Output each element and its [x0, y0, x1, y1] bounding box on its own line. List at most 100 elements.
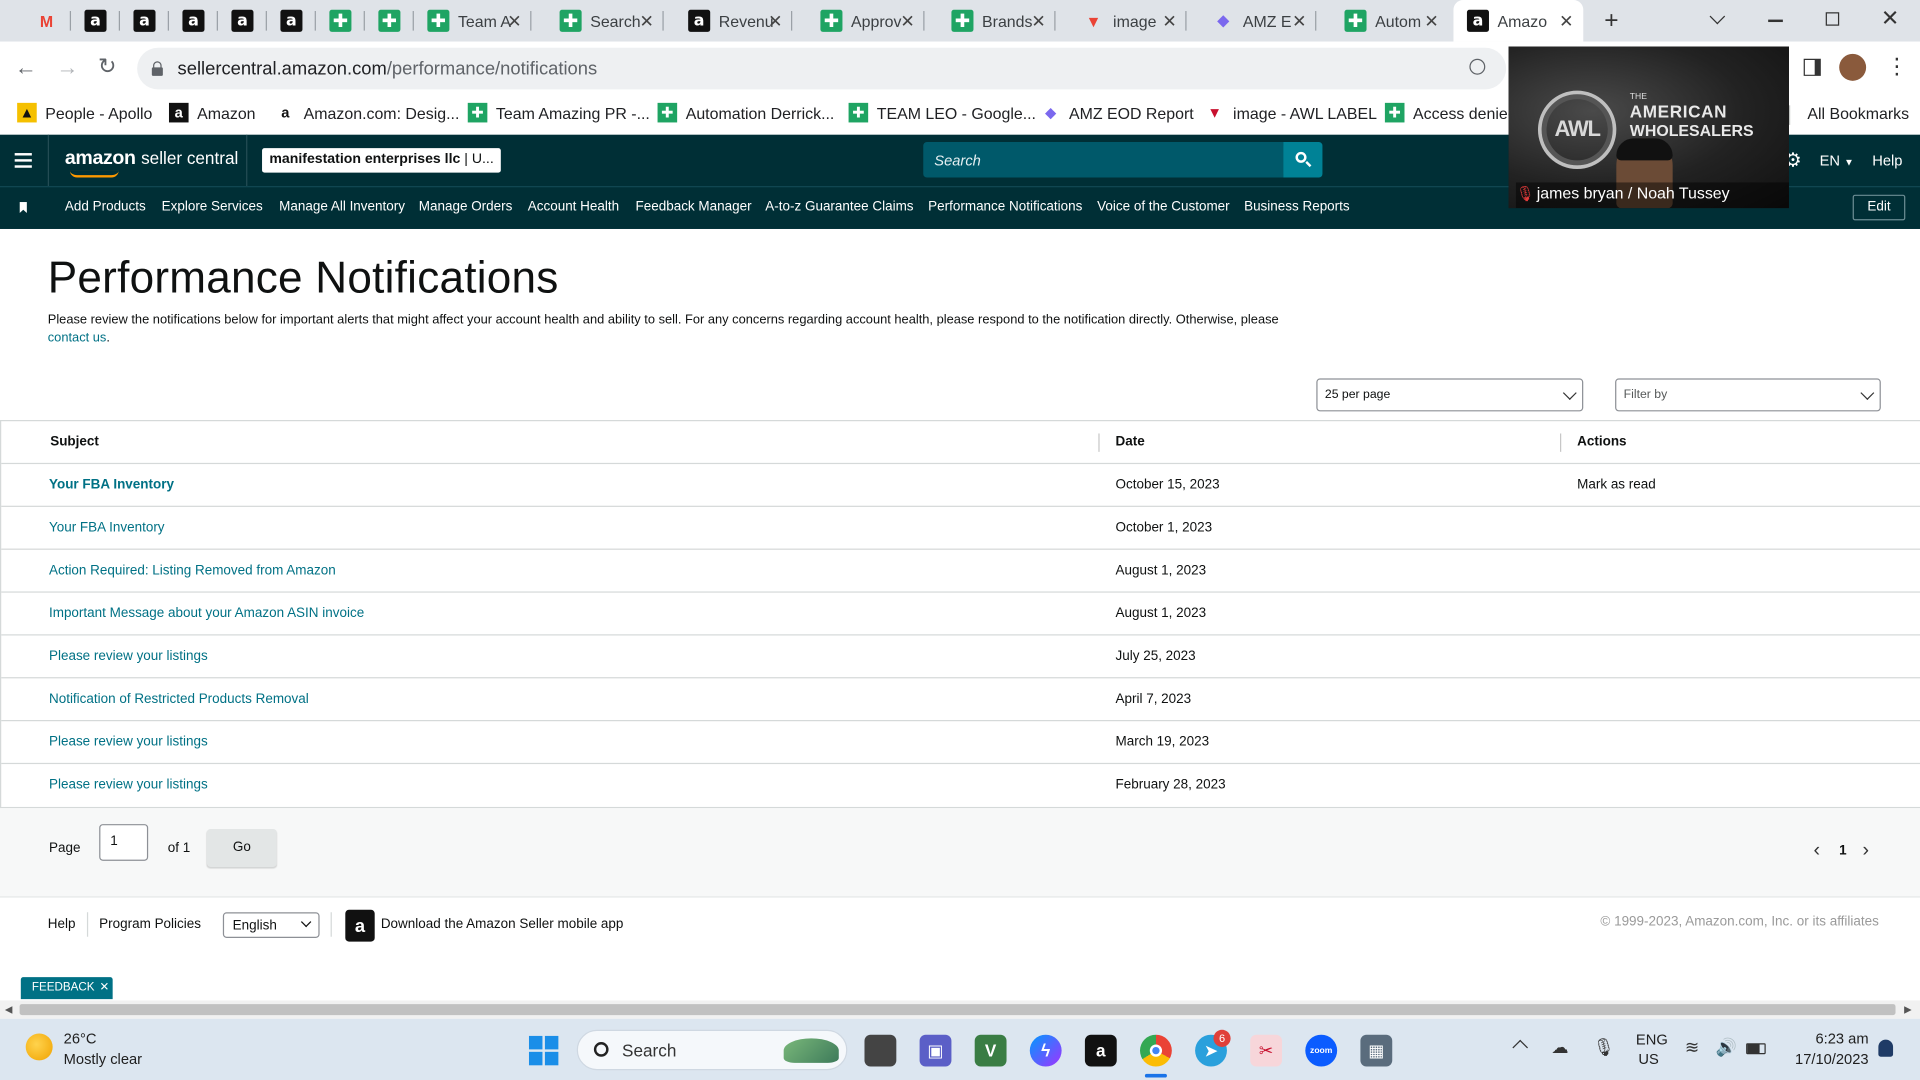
notification-subject-link[interactable]: Your FBA Inventory [49, 478, 174, 493]
nav-edit-button[interactable]: Edit [1852, 194, 1906, 221]
header-subject[interactable]: Subject [50, 435, 99, 450]
browser-menu-icon[interactable]: ⋮ [1886, 54, 1908, 80]
notification-subject-link[interactable]: Important Message about your Amazon ASIN… [49, 606, 364, 621]
bookmark-item[interactable]: ✚ TEAM LEO - Google... [848, 102, 1036, 123]
close-tab-icon[interactable]: ✕ [507, 11, 521, 32]
nav-item[interactable]: Performance Notifications [928, 200, 1082, 215]
browser-tab[interactable]: ▼ image ✕ [1069, 0, 1187, 42]
scroll-right-icon[interactable]: ▶ [1904, 1004, 1912, 1015]
start-windows-icon[interactable] [528, 1035, 559, 1066]
browser-tab[interactable]: a Amazo ✕ [1453, 0, 1584, 42]
browser-tab[interactable]: ✚ Brands ✕ [938, 0, 1056, 42]
per-page-select[interactable]: 25 per page [1316, 378, 1584, 412]
browser-tab[interactable]: ✚ Search ✕ [546, 0, 664, 42]
hamburger-menu-icon[interactable] [14, 153, 32, 168]
close-tab-icon[interactable]: ✕ [1424, 11, 1438, 32]
nav-item[interactable]: Account Health [528, 200, 619, 215]
header-help-link[interactable]: Help [1872, 152, 1902, 169]
search-input[interactable]: Search [923, 142, 1284, 178]
weather-icon[interactable] [25, 1033, 53, 1061]
close-tab-icon[interactable]: ✕ [768, 11, 782, 32]
bookmark-item[interactable]: ▼ image - AWL LABEL [1204, 102, 1377, 123]
browser-tab[interactable]: ✚ [365, 0, 414, 42]
vectorworks-icon[interactable]: V [974, 1034, 1007, 1067]
scroll-left-icon[interactable]: ◀ [5, 1004, 13, 1015]
wifi-icon[interactable]: ≋ [1685, 1037, 1699, 1058]
seller-central-logo[interactable]: amazon seller central [65, 148, 238, 178]
close-tab-icon[interactable]: ✕ [640, 11, 654, 32]
nav-item[interactable]: Manage Orders [419, 200, 513, 215]
bookmark-item[interactable]: ✚ Access denied [1384, 102, 1517, 123]
bookmark-icon[interactable] [19, 202, 27, 214]
all-bookmarks[interactable]: All Bookmarks [1807, 104, 1909, 122]
chrome-icon[interactable] [1140, 1034, 1172, 1067]
browser-tab[interactable]: M [22, 0, 71, 42]
close-tab-icon[interactable]: ✕ [1292, 11, 1306, 32]
url-bar[interactable]: sellercentral.amazon.com/performance/not… [137, 47, 1507, 90]
close-window-icon[interactable]: ✕ [1881, 6, 1899, 32]
notification-subject-link[interactable]: Please review your listings [49, 649, 208, 664]
browser-tab[interactable]: a [267, 0, 316, 42]
bookmark-item[interactable]: a Amazon.com: Desig... [275, 102, 459, 123]
zoom-app-icon[interactable]: zoom [1305, 1034, 1338, 1067]
browser-tab[interactable]: a [218, 0, 267, 42]
weather-desc[interactable]: Mostly clear [64, 1051, 142, 1068]
bookmark-item[interactable]: ◆ AMZ EOD Report [1040, 102, 1194, 123]
notification-subject-link[interactable]: Your FBA Inventory [49, 520, 165, 535]
bookmark-item[interactable]: a Amazon [168, 102, 256, 123]
mark-as-read-link[interactable]: Mark as read [1577, 478, 1656, 493]
browser-tab[interactable]: ✚ [316, 0, 365, 42]
volume-icon[interactable]: 🔊 [1716, 1037, 1737, 1058]
search-button[interactable] [1283, 142, 1323, 178]
close-icon[interactable]: ✕ [99, 981, 109, 994]
browser-tab[interactable]: ◆ AMZ E ✕ [1199, 0, 1317, 42]
bookmark-item[interactable]: ✚ Team Amazing PR -... [467, 102, 650, 123]
download-app-link[interactable]: Download the Amazon Seller mobile app [381, 917, 624, 932]
next-page-icon[interactable]: › [1862, 840, 1869, 862]
taskbar-search-box[interactable]: Search [576, 1029, 848, 1071]
scrollbar-thumb[interactable] [19, 1004, 1896, 1016]
forward-icon[interactable]: → [56, 55, 78, 81]
seller-app-icon[interactable]: a [345, 909, 375, 942]
page-number-input[interactable]: 1 [99, 824, 149, 861]
bookmark-item[interactable]: ▲ People - Apollo [17, 102, 152, 123]
nav-item[interactable]: Business Reports [1244, 200, 1350, 215]
browser-tab[interactable]: ✚ Team A ✕ [414, 0, 532, 42]
language-dropdown[interactable]: English [222, 912, 320, 938]
feedback-tab[interactable]: FEEDBACK ✕ [20, 977, 113, 1000]
language-selector[interactable]: EN ▼ [1820, 152, 1854, 169]
close-tab-icon[interactable]: ✕ [900, 11, 914, 32]
minimize-icon[interactable] [1768, 19, 1783, 22]
footer-help-link[interactable]: Help [48, 917, 76, 932]
tab-search-chevron-icon[interactable] [1709, 8, 1726, 25]
task-view-icon[interactable] [864, 1034, 897, 1067]
nav-item[interactable]: Add Products [65, 200, 146, 215]
clock-date[interactable]: 17/10/2023 [1778, 1051, 1869, 1068]
close-tab-icon[interactable]: ✕ [1559, 11, 1573, 32]
notification-subject-link[interactable]: Please review your listings [49, 778, 208, 793]
browser-tab[interactable]: ✚ Autom ✕ [1331, 0, 1449, 42]
input-region[interactable]: US [1638, 1051, 1658, 1068]
prev-page-icon[interactable]: ‹ [1813, 840, 1820, 862]
horizontal-scrollbar[interactable]: ◀ ▶ [0, 1000, 1920, 1019]
browser-tab[interactable]: a [120, 0, 169, 42]
side-panel-icon[interactable] [1803, 58, 1821, 76]
restore-icon[interactable] [1825, 12, 1840, 26]
current-page[interactable]: 1 [1839, 844, 1847, 859]
go-button[interactable]: Go [206, 828, 277, 867]
back-icon[interactable]: ← [15, 55, 37, 81]
nav-item[interactable]: A-to-z Guarantee Claims [765, 200, 913, 215]
clock-time[interactable]: 6:23 am [1790, 1030, 1868, 1047]
messenger-icon[interactable]: ϟ [1029, 1034, 1062, 1067]
browser-tab[interactable]: a [71, 0, 120, 42]
program-policies-link[interactable]: Program Policies [99, 917, 201, 932]
close-tab-icon[interactable]: ✕ [1031, 11, 1045, 32]
bookmark-item[interactable]: ✚ Automation Derrick... [657, 102, 834, 123]
notification-subject-link[interactable]: Action Required: Listing Removed from Am… [49, 563, 336, 578]
calculator-icon[interactable]: ▦ [1360, 1034, 1393, 1067]
reload-icon[interactable]: ↻ [98, 54, 116, 80]
close-tab-icon[interactable]: ✕ [1162, 11, 1176, 32]
network-off-icon[interactable]: ☁ [1551, 1037, 1568, 1058]
nav-item[interactable]: Feedback Manager [636, 200, 752, 215]
notification-bell-icon[interactable] [1878, 1039, 1894, 1057]
